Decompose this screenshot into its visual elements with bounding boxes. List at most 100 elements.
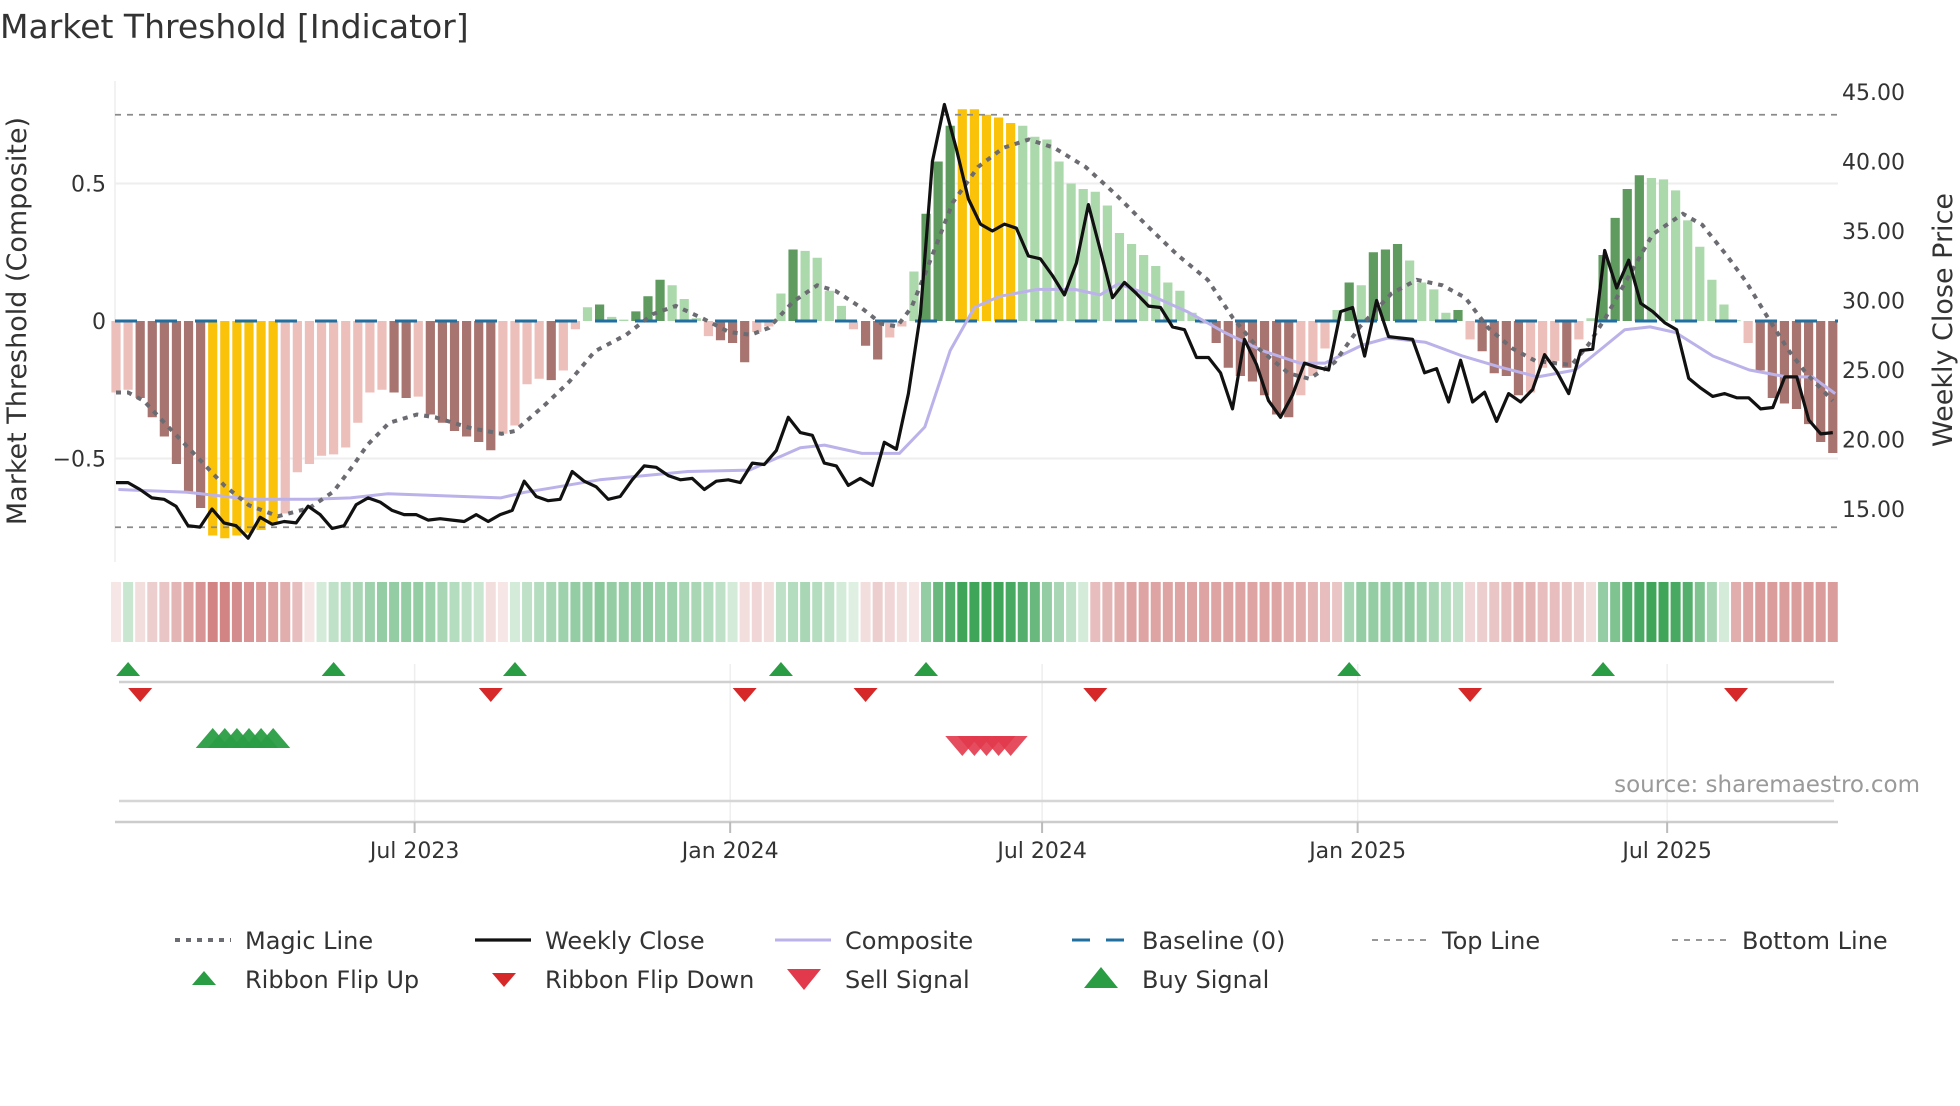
ribbon-cell — [1610, 582, 1621, 642]
ribbon-cell — [642, 582, 653, 642]
ribbon-cell — [171, 582, 182, 642]
composite-bar — [993, 117, 1004, 321]
composite-bar — [824, 290, 834, 321]
composite-bar — [558, 321, 568, 371]
ribbon-cell — [1622, 582, 1633, 642]
y2-tick-label: 45.00 — [1842, 81, 1905, 106]
composite-bar — [1779, 321, 1790, 404]
legend-label: Sell Signal — [845, 966, 970, 994]
composite-bar — [1066, 183, 1076, 321]
composite-bar — [1054, 161, 1064, 321]
ribbon-cell — [1054, 582, 1065, 642]
ribbon-cell — [376, 582, 387, 642]
ribbon-cell — [449, 582, 460, 642]
ribbon-cell — [1017, 582, 1028, 642]
ribbon-cell — [884, 582, 895, 642]
ribbon-cell — [123, 582, 134, 642]
legend-label: Composite — [845, 927, 973, 955]
ribbon-flip-down-marker — [478, 688, 503, 702]
ribbon-cell — [812, 582, 823, 642]
composite-bar — [1453, 310, 1463, 321]
composite-bar — [582, 307, 593, 321]
y2-tick-label: 15.00 — [1842, 498, 1905, 523]
ribbon-cell — [1573, 582, 1584, 642]
ribbon-cell — [630, 582, 641, 642]
ribbon-cell — [1114, 582, 1125, 642]
composite-bar — [365, 321, 375, 393]
composite-bar — [885, 321, 895, 338]
ribbon-cell — [1440, 582, 1451, 642]
ribbon-cell — [727, 582, 738, 642]
legend-item-baseline: Baseline (0) — [1072, 927, 1285, 955]
ribbon-cell — [1404, 582, 1415, 642]
composite-bar — [643, 296, 653, 321]
legend-label: Bottom Line — [1742, 927, 1888, 955]
ribbon-cell — [1477, 582, 1488, 642]
composite-bar — [171, 321, 182, 464]
legend: Magic Line Weekly Close Composite Baseline … — [175, 927, 1888, 994]
composite-bar — [244, 321, 254, 533]
ribbon-cell — [1332, 582, 1343, 642]
ribbon-cell — [1561, 582, 1572, 642]
composite-bar — [1114, 233, 1125, 321]
ribbon-cell — [715, 582, 726, 642]
composite-bar — [788, 249, 798, 321]
composite-bar — [703, 321, 714, 337]
y-tick-label: 0.5 — [71, 173, 106, 198]
ribbon-cell — [243, 582, 254, 642]
ribbon-cell — [111, 582, 121, 642]
composite-bar — [1030, 136, 1040, 321]
composite-bar — [449, 321, 460, 431]
composite-bar — [1622, 189, 1632, 321]
ribbon-cell — [340, 582, 351, 642]
ribbon-cell — [1344, 582, 1355, 642]
legend-label: Magic Line — [245, 927, 373, 955]
legend-label: Weekly Close — [545, 927, 705, 955]
legend-buy-triangle-icon — [1084, 967, 1118, 988]
ribbon-cell — [1743, 582, 1754, 642]
ribbon-cell — [679, 582, 690, 642]
composite-bar — [595, 304, 605, 321]
y2-tick-label: 20.00 — [1842, 429, 1905, 454]
ribbon-cell — [1295, 582, 1306, 642]
composite-bar — [413, 321, 423, 397]
ribbon-cell — [921, 582, 932, 642]
composite-bar — [752, 321, 762, 332]
ribbon-flip-down-marker — [853, 688, 878, 702]
ribbon-cell — [957, 582, 968, 642]
ribbon-cell — [1174, 582, 1185, 642]
ribbon-cell — [1537, 582, 1548, 642]
ribbon-cell — [1066, 582, 1077, 642]
composite-bar — [1791, 321, 1802, 409]
ribbon-cell — [413, 582, 424, 642]
ribbon-cell — [256, 582, 267, 642]
ribbon-cell — [655, 582, 666, 642]
composite-bar — [981, 114, 992, 321]
ribbon-cell — [268, 582, 279, 642]
composite-bar — [1006, 123, 1016, 321]
composite-bar — [1223, 321, 1233, 368]
legend-label: Buy Signal — [1142, 966, 1269, 994]
ribbon-cell — [1005, 582, 1016, 642]
y2-tick-label: 35.00 — [1842, 220, 1905, 245]
ribbon-cell — [485, 582, 496, 642]
legend-item-composite: Composite — [775, 927, 973, 955]
ribbon-cell — [389, 582, 400, 642]
ribbon-cell — [824, 582, 835, 642]
chart-title: Market Threshold [Indicator] — [0, 7, 469, 46]
ribbon-cell — [1489, 582, 1500, 642]
composite-bar — [1695, 246, 1705, 321]
legend-label: Top Line — [1441, 927, 1540, 955]
composite-bar — [1356, 285, 1366, 321]
legend-sell-triangle-icon — [787, 969, 821, 990]
ribbon-cell — [1706, 582, 1717, 642]
ribbon-cell — [800, 582, 811, 642]
ribbon-cell — [352, 582, 363, 642]
ribbon-flip-up-marker — [768, 662, 793, 676]
ribbon-cell — [1731, 582, 1742, 642]
composite-bar — [1320, 321, 1330, 349]
ribbon-cell — [775, 582, 786, 642]
ribbon-cell — [1187, 582, 1198, 642]
composite-bar — [1513, 321, 1524, 396]
ribbon-cell — [1525, 582, 1536, 642]
